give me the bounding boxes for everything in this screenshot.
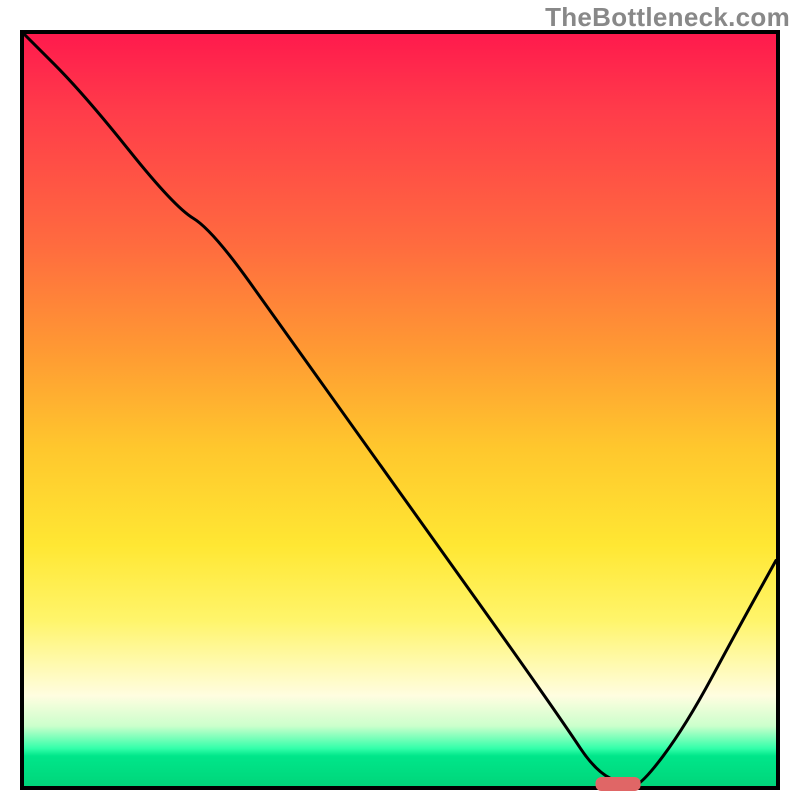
- chart-svg: [24, 34, 776, 786]
- plot-area: [20, 30, 780, 790]
- chart-container: TheBottleneck.com: [0, 0, 800, 800]
- optimum-marker: [596, 777, 641, 791]
- watermark-text: TheBottleneck.com: [545, 2, 790, 33]
- bottleneck-curve: [24, 34, 776, 786]
